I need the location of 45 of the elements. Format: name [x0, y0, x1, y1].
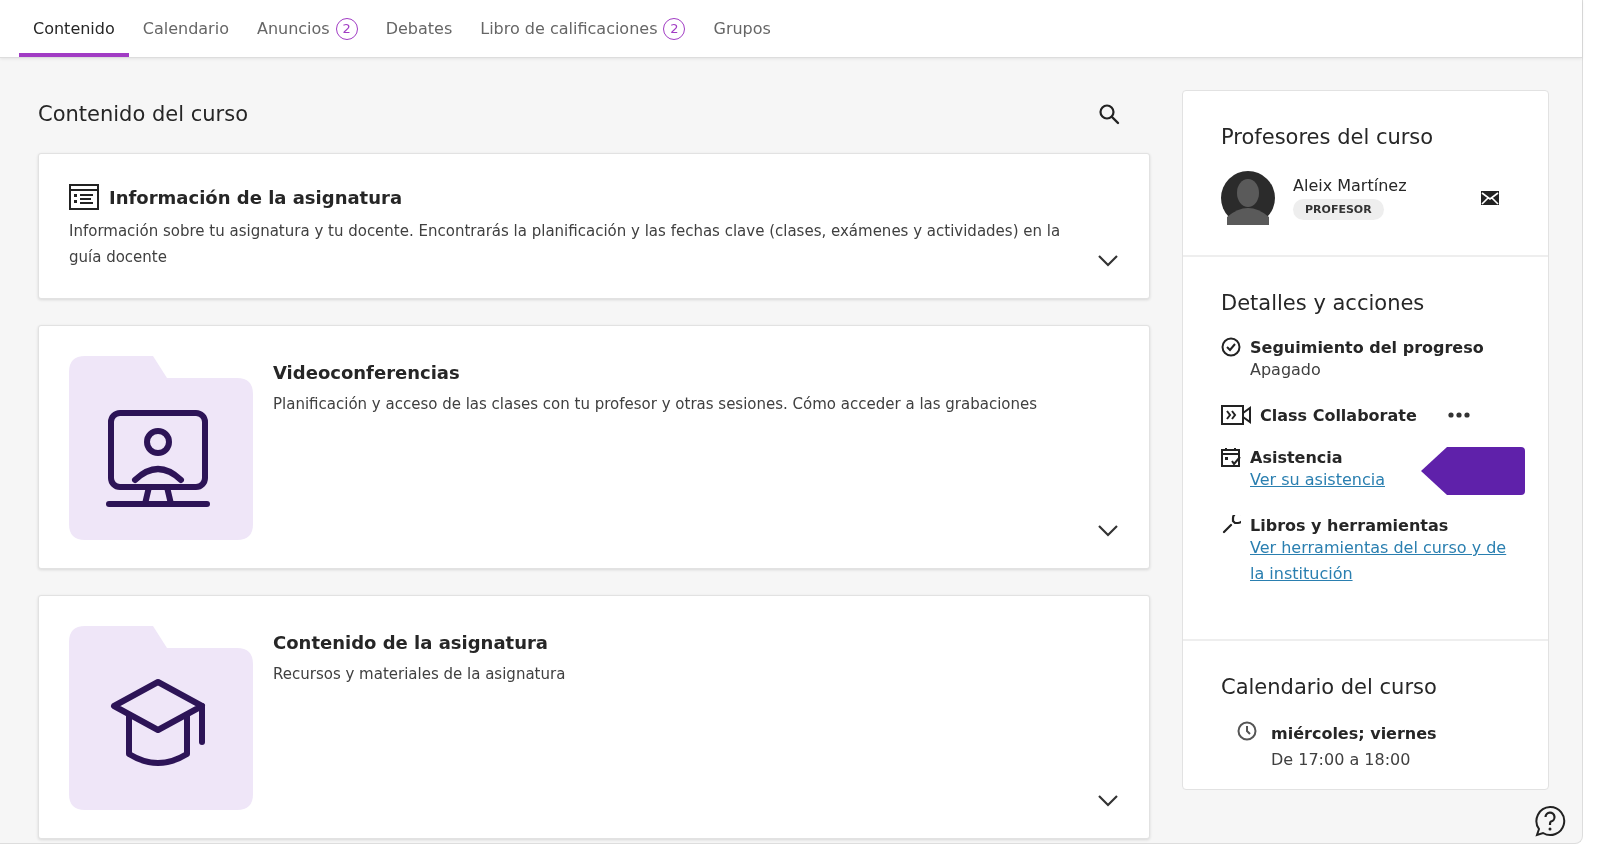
chevron-down-icon[interactable]	[1097, 524, 1119, 538]
calendar-check-icon	[1221, 447, 1241, 467]
detail-label: Class Collaborate	[1260, 405, 1417, 425]
avatar-silhouette	[1221, 171, 1275, 225]
document-list-icon	[69, 184, 99, 210]
card-title[interactable]: Contenido de la asignatura	[273, 632, 566, 653]
detail-link[interactable]: Ver su asistencia	[1250, 467, 1385, 493]
video-camera-icon	[1221, 405, 1251, 425]
teacher-name: Aleix Martínez	[1293, 176, 1407, 195]
search-icon[interactable]	[1098, 103, 1120, 125]
more-options-icon[interactable]	[1448, 412, 1470, 418]
tab[interactable]: Calendario	[128, 4, 243, 57]
card-title[interactable]: Información de la asignatura	[109, 186, 403, 208]
clock-icon	[1237, 721, 1257, 741]
card-description: Información sobre tu asignatura y tu docente. Encontrarás la planificación y las fechas clave (clases, exámenes y actividades) en la guía docente	[69, 221, 1062, 268]
role-badge: PROFESOR	[1293, 199, 1384, 220]
help-icon[interactable]	[1534, 805, 1566, 837]
check-circle-icon	[1221, 337, 1241, 357]
detail-link[interactable]: Ver herramientas del curso y de la institución	[1250, 535, 1510, 587]
tab[interactable]: Debates	[371, 4, 467, 57]
card-description: Recursos y materiales de la asignatura	[273, 664, 566, 685]
tab[interactable]: Anuncios 2	[242, 4, 372, 57]
tab[interactable]: Grupos	[699, 4, 785, 57]
tab[interactable]: Contenido	[19, 4, 129, 57]
detail-label: Asistencia	[1250, 447, 1343, 467]
content-card[interactable]: Videoconferencias Planificación y acceso de las clases con tu profesor y otras sesiones. Cómo acceder a las grabaciones	[38, 325, 1150, 569]
envelope-icon[interactable]	[1480, 190, 1500, 206]
schedule-days: miércoles; viernes	[1271, 721, 1437, 747]
detail-label: Seguimiento del progreso	[1250, 337, 1484, 357]
panel-heading: Detalles y acciones	[1221, 291, 1426, 315]
content-card[interactable]: Información de la asignatura Información sobre tu asignatura y tu docente. Encontrarás la planificación y las fechas clave (clases, exámenes y actividades) en la guía docente	[38, 153, 1150, 299]
chevron-down-icon[interactable]	[1097, 254, 1119, 268]
card-title[interactable]: Videoconferencias	[273, 362, 1038, 383]
folder-graduation-cap-icon	[69, 626, 253, 810]
schedule-hours: De 17:00 a 18:00	[1271, 749, 1412, 771]
detail-value: Apagado	[1250, 359, 1321, 381]
detail-label: Libros y herramientas	[1250, 515, 1449, 535]
chevron-down-icon[interactable]	[1097, 794, 1119, 808]
section-title: Contenido del curso	[38, 102, 248, 126]
folder-monitor-icon	[69, 356, 253, 540]
panel-heading: Calendario del curso	[1221, 675, 1438, 699]
panel-heading: Profesores del curso	[1221, 125, 1435, 149]
content-card[interactable]: Contenido de la asignatura Recursos y materiales de la asignatura	[38, 595, 1150, 839]
tab[interactable]: Libro de calificaciones 2	[466, 4, 700, 57]
card-description: Planificación y acceso de las clases con tu profesor y otras sesiones. Cómo acceder a las grabaciones	[273, 394, 1038, 415]
